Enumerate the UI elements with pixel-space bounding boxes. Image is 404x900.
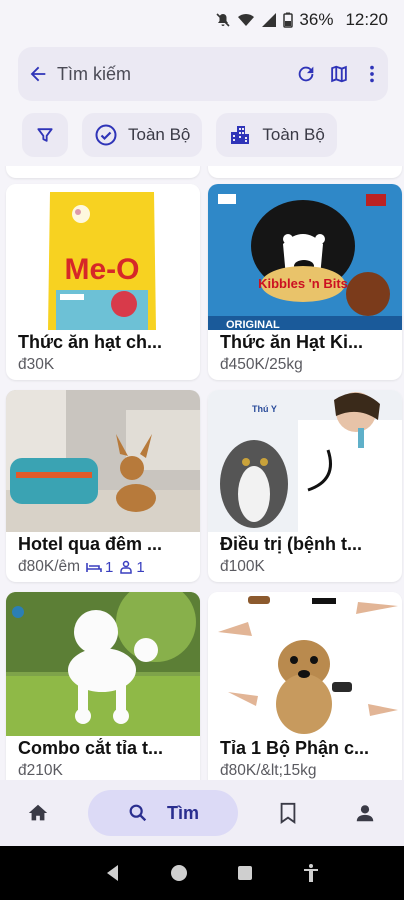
product-card[interactable]: Kibbles 'n Bits ORIGINAL Thức ăn Hạt Ki.… bbox=[208, 184, 402, 380]
product-card[interactable]: Thú Y Điều trị (bệnh t... đ100K bbox=[208, 390, 402, 582]
product-card-partial[interactable] bbox=[6, 166, 200, 178]
product-price: đ80K/&lt;15kg bbox=[220, 762, 317, 779]
home-circle-icon[interactable] bbox=[169, 863, 189, 883]
product-card-partial[interactable] bbox=[208, 166, 402, 178]
product-title: Combo cắt tỉa t... bbox=[18, 738, 164, 758]
beds-count: 1 bbox=[86, 559, 113, 576]
product-title: Thức ăn Hạt Ki... bbox=[220, 332, 364, 352]
signal-icon bbox=[262, 13, 277, 27]
system-nav-bar bbox=[0, 846, 404, 900]
battery-percent: 36% bbox=[299, 10, 334, 29]
wifi-icon bbox=[238, 13, 255, 26]
product-price: đ210K bbox=[18, 762, 63, 779]
filter-chip-location[interactable]: Toàn Bộ bbox=[216, 113, 337, 157]
bookmark-icon bbox=[280, 802, 296, 824]
refresh-icon bbox=[298, 66, 313, 82]
product-price-row: đ80K/êm 1 1 bbox=[18, 558, 145, 576]
product-price: đ80K/êm bbox=[18, 558, 81, 575]
product-image-kibbles-dog-food: Kibbles 'n Bits ORIGINAL bbox=[208, 184, 402, 330]
clock: 12:20 bbox=[345, 10, 388, 29]
more-options-button[interactable] bbox=[355, 47, 388, 101]
filter-chip-status[interactable]: Toàn Bộ bbox=[82, 113, 203, 157]
filter-chip-status-label: Toàn Bộ bbox=[128, 125, 191, 144]
vet-logo-text: Thú Y bbox=[252, 404, 277, 414]
product-price: đ450K/25kg bbox=[220, 356, 303, 373]
mute-icon bbox=[216, 13, 230, 27]
accessibility-icon[interactable] bbox=[301, 863, 321, 883]
kibbles-brand-text: Kibbles 'n Bits bbox=[258, 276, 348, 291]
nav-search-label: Tìm bbox=[166, 802, 199, 823]
bed-icon bbox=[86, 563, 102, 572]
product-card[interactable]: Combo cắt tỉa t... đ210K bbox=[6, 592, 200, 780]
map-button[interactable] bbox=[322, 47, 355, 101]
product-image-dog-hotel bbox=[6, 390, 200, 532]
product-image-vet-treatment: Thú Y bbox=[208, 390, 402, 532]
person-icon bbox=[120, 560, 133, 574]
product-image-poodle-grooming bbox=[6, 592, 200, 736]
search-bar bbox=[18, 47, 388, 101]
product-title: Hotel qua đêm ... bbox=[18, 534, 163, 554]
product-grid: Me-O Thức ăn hạt ch... đ30K Kibbles 'n B… bbox=[0, 166, 404, 780]
battery-icon bbox=[283, 12, 294, 28]
home-icon bbox=[28, 804, 48, 821]
recents-square-icon[interactable] bbox=[235, 863, 255, 883]
filter-icon bbox=[37, 128, 53, 142]
bottom-nav: Tìm bbox=[0, 780, 404, 846]
nav-saved[interactable] bbox=[250, 790, 326, 836]
nav-profile[interactable] bbox=[326, 790, 404, 836]
refresh-button[interactable] bbox=[289, 47, 322, 101]
search-input[interactable] bbox=[57, 63, 289, 85]
arrow-left-icon bbox=[30, 66, 45, 82]
person-icon bbox=[356, 805, 374, 822]
nav-search[interactable]: Tìm bbox=[88, 790, 238, 836]
map-icon bbox=[330, 65, 347, 83]
product-title: Thức ăn hạt ch... bbox=[18, 332, 163, 352]
product-image-yorkie-grooming bbox=[208, 592, 402, 736]
back-button[interactable] bbox=[18, 47, 57, 101]
product-card[interactable]: Tỉa 1 Bộ Phận c... đ80K/&lt;15kg bbox=[208, 592, 402, 780]
product-card[interactable]: Me-O Thức ăn hạt ch... đ30K bbox=[6, 184, 200, 380]
product-title: Điều trị (bệnh t... bbox=[220, 534, 362, 554]
guests-count: 1 bbox=[119, 559, 145, 576]
kibbles-original-text: ORIGINAL bbox=[226, 319, 280, 330]
product-image-meo-cat-food: Me-O bbox=[6, 184, 200, 330]
filter-button[interactable] bbox=[22, 113, 68, 157]
filter-row: Toàn Bộ Toàn Bộ bbox=[22, 113, 404, 157]
more-vert-icon bbox=[369, 65, 374, 83]
product-price: đ30K bbox=[18, 356, 55, 373]
filter-chip-location-label: Toàn Bộ bbox=[262, 125, 325, 144]
check-circle-icon bbox=[95, 124, 117, 146]
product-title: Tỉa 1 Bộ Phận c... bbox=[220, 738, 370, 758]
buildings-icon bbox=[231, 126, 250, 144]
product-card[interactable]: Hotel qua đêm ... đ80K/êm 1 1 bbox=[6, 390, 200, 582]
nav-home[interactable] bbox=[0, 790, 76, 836]
product-price: đ100K bbox=[220, 558, 265, 575]
meo-brand-text: Me-O bbox=[65, 253, 140, 286]
status-bar: 36% 12:20 bbox=[0, 0, 404, 40]
back-triangle-icon[interactable] bbox=[103, 863, 123, 883]
search-icon bbox=[129, 804, 147, 822]
